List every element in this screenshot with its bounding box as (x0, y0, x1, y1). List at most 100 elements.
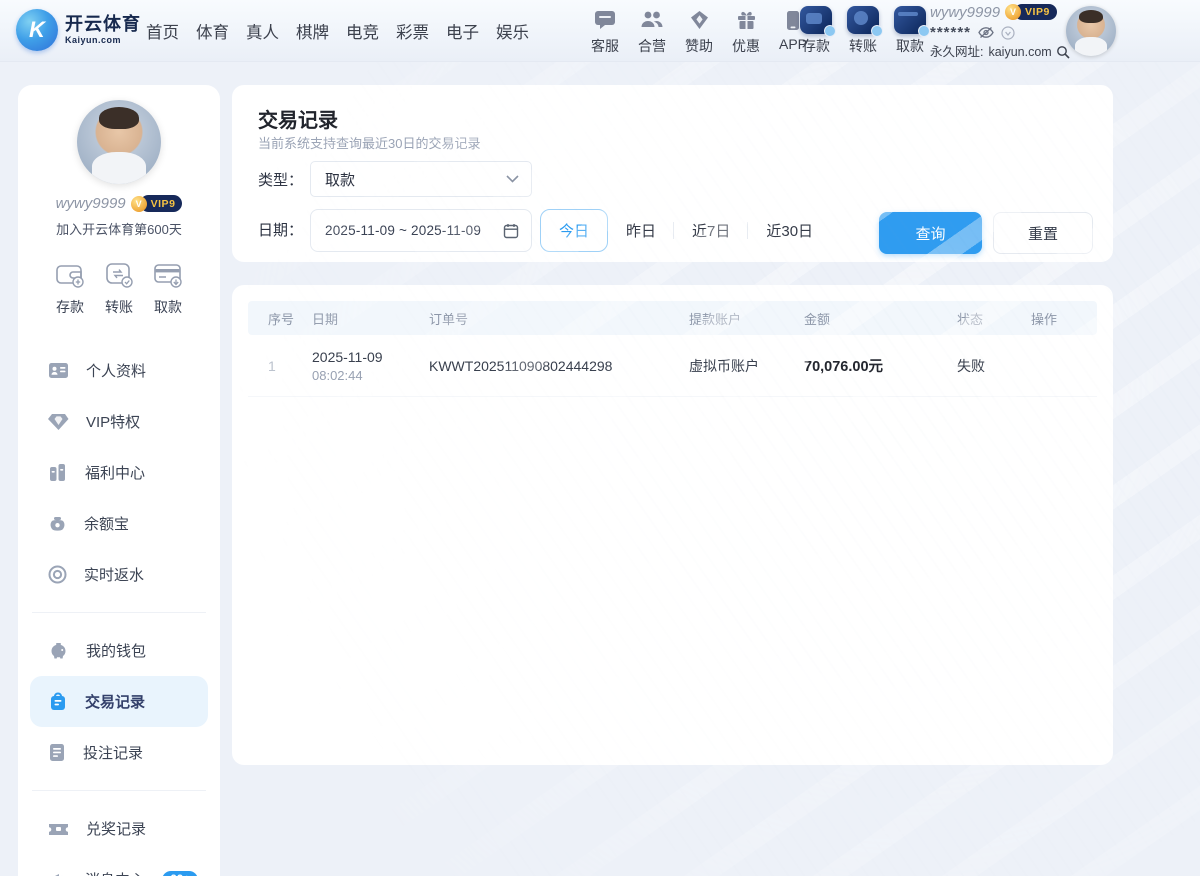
sidebar-item-messages-label: 消息中心 (85, 869, 145, 876)
sidebar-item-messages[interactable]: 消息中心 99+ (18, 854, 220, 876)
date-range-value: 2025-11-09 ~ 2025-11-09 (325, 223, 503, 238)
sidebar-item-rebate[interactable]: 实时返水 (18, 549, 220, 600)
sidebar-item-wallet[interactable]: 我的钱包 (18, 625, 220, 676)
piggy-wallet-icon (48, 642, 69, 660)
people-icon (640, 8, 664, 32)
customer-service-label: 客服 (591, 36, 619, 56)
brand-logo-icon: K (16, 9, 58, 51)
membership-days: 加入开云体育第600天 (18, 219, 220, 238)
sidebar-item-transactions[interactable]: 交易记录 (30, 676, 208, 727)
bet-doc-icon (48, 743, 66, 762)
deposit-tile-icon (800, 8, 832, 32)
prize-ticket-icon (48, 821, 69, 837)
refresh-balance-icon[interactable] (1001, 26, 1015, 40)
profile-avatar (77, 100, 161, 184)
cell-amount: 70,076.00元 (800, 355, 953, 376)
customer-service-button[interactable]: 客服 (588, 8, 622, 56)
cell-index: 1 (248, 358, 308, 374)
header-avatar[interactable] (1066, 6, 1116, 56)
eye-off-icon[interactable] (978, 26, 994, 39)
card-outline-icon (152, 260, 184, 290)
withdraw-label: 取款 (896, 36, 924, 56)
type-select[interactable]: 取款 (310, 161, 532, 197)
col-amount: 金额 (800, 309, 953, 328)
date-range-input[interactable]: 2025-11-09 ~ 2025-11-09 (310, 209, 532, 252)
nav-item-live[interactable]: 真人 (243, 17, 282, 45)
wallet-outline-icon (54, 260, 86, 290)
sponsor-label: 赞助 (685, 36, 713, 56)
sidebar-item-prizes-label: 兑奖记录 (86, 818, 146, 839)
type-filter-label: 类型： (258, 169, 303, 190)
header-quick-icons: 客服 合营 赞助 优惠 APP (588, 8, 810, 56)
records-table: 序号 日期 订单号 提款账户 金额 状态 操作 1 2025-11-09 08:… (248, 301, 1097, 397)
date-filter-label: 日期： (258, 219, 303, 240)
cell-order-no: KWWT202511090802444298 (425, 358, 685, 374)
nav-item-slots[interactable]: 电子 (443, 17, 482, 45)
sidebar: wywy9999 V VIP9 加入开云体育第600天 存款 转账 (18, 85, 220, 876)
sidebar-item-yuebao[interactable]: 余额宝 (18, 498, 220, 549)
cell-date-time: 08:02:44 (312, 368, 425, 383)
nav-item-chess[interactable]: 棋牌 (293, 17, 332, 45)
profile-vip-badge: V VIP9 (131, 196, 183, 212)
transfer-tile-icon (847, 8, 879, 32)
chevron-down-icon (506, 175, 519, 183)
range-yesterday-button[interactable]: 昨日 (608, 209, 674, 252)
date-quick-ranges: 今日 昨日 近7日 近30日 (540, 209, 831, 252)
partners-button[interactable]: 合营 (635, 8, 669, 56)
calendar-icon (503, 223, 519, 239)
range-today-button[interactable]: 今日 (540, 209, 608, 252)
permanent-url-value[interactable]: kaiyun.com (988, 46, 1051, 59)
transfer-button[interactable]: 转账 (846, 8, 880, 56)
range-7days-button[interactable]: 近7日 (674, 209, 748, 252)
vip-badge: V VIP9 (1005, 4, 1057, 20)
range-30days-button[interactable]: 近30日 (748, 209, 831, 252)
profile-block: wywy9999 V VIP9 加入开云体育第600天 存款 转账 (18, 85, 220, 317)
profile-vip-medal-icon: V (131, 196, 147, 212)
deposit-label: 存款 (802, 36, 830, 56)
unread-count-badge: 99+ (162, 871, 198, 876)
sidebar-item-bets[interactable]: 投注记录 (18, 727, 220, 778)
sidebar-menu: 个人资料 VIP特权 福利中心 余额宝 实时返水 (18, 345, 220, 876)
sidebar-item-welfare-label: 福利中心 (85, 462, 145, 483)
avatar-photo (1066, 6, 1116, 56)
sidebar-item-prizes[interactable]: 兑奖记录 (18, 803, 220, 854)
filters-card: 交易记录 当前系统支持查询最近30日的交易记录 类型： 取款 日期： 2025-… (232, 85, 1113, 262)
vip-gem-icon (48, 413, 69, 431)
brand-logo[interactable]: K 开云体育 Kaiyun.com (16, 9, 141, 51)
nav-item-sports[interactable]: 体育 (193, 17, 232, 45)
chat-bubble-icon (594, 8, 616, 32)
col-status: 状态 (953, 309, 1027, 328)
search-button[interactable]: 查询 (879, 212, 982, 254)
header-user-info: wywy9999 V VIP9 ****** 永久网址: kaiyun.com (930, 4, 1065, 59)
sidebar-withdraw-button[interactable]: 取款 (146, 260, 190, 317)
money-pot-icon (48, 514, 67, 533)
page-subtitle: 当前系统支持查询最近30日的交易记录 (258, 133, 480, 152)
cell-date: 2025-11-09 08:02:44 (308, 349, 425, 383)
nav-item-entertainment[interactable]: 娱乐 (493, 17, 532, 45)
nav-item-lottery[interactable]: 彩票 (393, 17, 432, 45)
sidebar-deposit-label: 存款 (56, 297, 84, 317)
sidebar-transfer-button[interactable]: 转账 (97, 260, 141, 317)
transaction-bag-icon (48, 692, 68, 712)
sidebar-item-transactions-label: 交易记录 (85, 691, 145, 712)
sidebar-item-rebate-label: 实时返水 (84, 564, 144, 585)
nav-item-esports[interactable]: 电竞 (343, 17, 382, 45)
partners-label: 合营 (638, 36, 666, 56)
withdraw-button[interactable]: 取款 (893, 8, 927, 56)
records-table-card: 序号 日期 订单号 提款账户 金额 状态 操作 1 2025-11-09 08:… (232, 285, 1113, 765)
sidebar-item-profile-label: 个人资料 (86, 360, 146, 381)
smartphone-icon (786, 8, 800, 32)
sidebar-item-profile[interactable]: 个人资料 (18, 345, 220, 396)
nav-item-home[interactable]: 首页 (143, 17, 182, 45)
sidebar-item-welfare[interactable]: 福利中心 (18, 447, 220, 498)
sidebar-item-vip[interactable]: VIP特权 (18, 396, 220, 447)
diamond-badge-icon (689, 8, 710, 32)
reset-button[interactable]: 重置 (993, 212, 1093, 254)
promotions-button[interactable]: 优惠 (729, 8, 763, 56)
sponsor-button[interactable]: 赞助 (682, 8, 716, 56)
header-wallet-icons: 存款 转账 取款 (799, 8, 927, 56)
deposit-button[interactable]: 存款 (799, 8, 833, 56)
sidebar-deposit-button[interactable]: 存款 (48, 260, 92, 317)
brand-domain: Kaiyun.com (65, 36, 141, 45)
col-date: 日期 (308, 309, 425, 328)
